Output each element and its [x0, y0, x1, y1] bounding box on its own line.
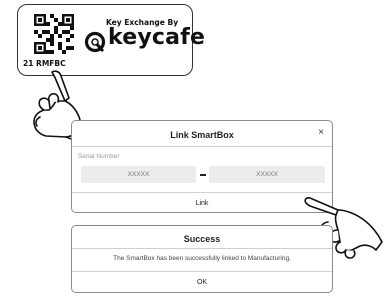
dialog-title: Link SmartBox	[170, 130, 234, 140]
serial-number-label: Serial Number	[78, 153, 120, 160]
link-button[interactable]: Link	[72, 193, 332, 213]
tag-code: 21 RMFBC	[23, 59, 66, 68]
serial-number-field-2[interactable]	[209, 166, 325, 183]
qr-code-icon	[34, 14, 74, 54]
serial-number-field-1[interactable]	[81, 166, 196, 183]
keycafe-logo-icon	[84, 31, 106, 53]
keycafe-tag: Key Exchange By keycafe 21 RMFBC	[17, 4, 205, 76]
link-smartbox-dialog: Link SmartBox × Serial Number Link	[71, 120, 333, 213]
divider	[72, 146, 332, 147]
brand-name: keycafe	[108, 25, 206, 50]
divider	[72, 248, 332, 249]
success-message: The SmartBox has been successfully linke…	[113, 255, 291, 262]
success-title: Success	[183, 234, 221, 244]
success-dialog: Success The SmartBox has been successful…	[71, 225, 333, 293]
close-icon[interactable]: ×	[318, 127, 324, 138]
serial-separator-dash	[200, 174, 206, 176]
ok-button[interactable]: OK	[72, 272, 332, 293]
